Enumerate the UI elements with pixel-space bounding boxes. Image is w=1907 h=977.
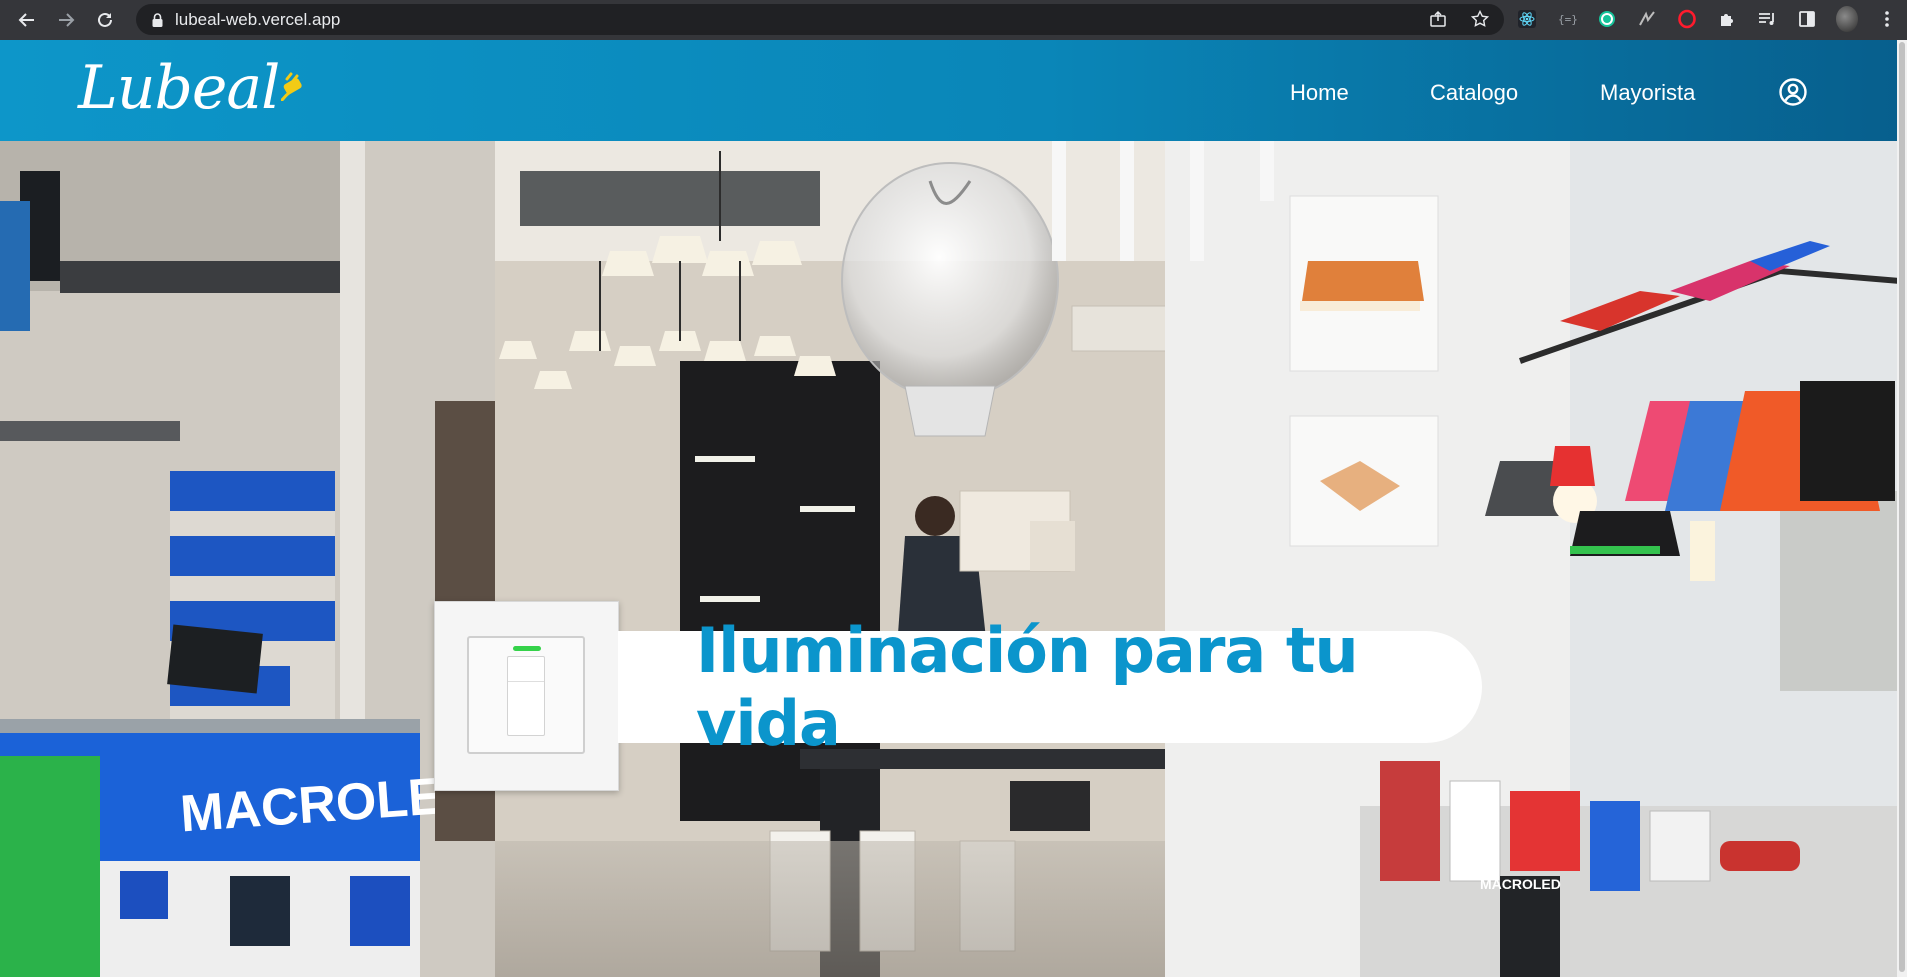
light-switch-image: [434, 601, 619, 791]
box-sign: MACROLED: [1480, 876, 1561, 892]
switch-led-indicator: [513, 646, 541, 651]
logo-text: Lubeal: [78, 53, 280, 123]
profile-avatar[interactable]: [1836, 6, 1858, 32]
media-playlist-icon[interactable]: [1756, 8, 1778, 30]
page: Lubeal Home Catalogo Mayorista MACROLED …: [0, 40, 1897, 977]
bookmark-star-icon[interactable]: [1470, 9, 1490, 29]
logo[interactable]: Lubeal: [78, 58, 307, 118]
pulse-extension-icon[interactable]: [1636, 8, 1658, 30]
hero-headline: Iluminación para tu vida: [696, 614, 1359, 760]
nav-mayorista[interactable]: Mayorista: [1600, 80, 1695, 106]
browser-toolbar: lubeal-web.vercel.app {=}: [0, 0, 1907, 40]
nav-home[interactable]: Home: [1290, 80, 1349, 106]
nav-catalogo[interactable]: Catalogo: [1430, 80, 1518, 106]
switch-plate: [467, 636, 585, 754]
side-panel-icon[interactable]: [1796, 8, 1818, 30]
scrollbar-thumb[interactable]: [1899, 42, 1905, 972]
chrome-menu-icon[interactable]: [1876, 8, 1898, 30]
lock-icon: [151, 12, 163, 27]
url-text: lubeal-web.vercel.app: [175, 9, 341, 29]
back-arrow-icon[interactable]: [13, 6, 41, 34]
grammar-extension-icon[interactable]: [1596, 8, 1618, 30]
plug-icon: [280, 71, 307, 106]
switch-rocker: [507, 656, 545, 736]
share-icon[interactable]: [1428, 9, 1448, 29]
opera-extension-icon[interactable]: [1676, 8, 1698, 30]
user-account-icon[interactable]: [1778, 77, 1808, 107]
svg-text:{=}: {=}: [1558, 13, 1577, 26]
hero-banner: Iluminación para tu vida: [618, 614, 1482, 760]
json-viewer-icon[interactable]: {=}: [1556, 8, 1578, 30]
address-bar[interactable]: lubeal-web.vercel.app: [136, 4, 1504, 35]
site-header: Lubeal Home Catalogo Mayorista: [0, 40, 1897, 141]
hero-section: MACROLED MACROLED Iluminación para tu vi…: [0, 141, 1897, 977]
store-photo: MACROLED MACROLED: [0, 141, 1897, 977]
forward-arrow-icon[interactable]: [52, 6, 80, 34]
reload-icon[interactable]: [91, 6, 119, 34]
page-scrollbar[interactable]: [1897, 40, 1907, 977]
extensions-puzzle-icon[interactable]: [1716, 8, 1738, 30]
react-devtools-icon[interactable]: [1516, 8, 1538, 30]
